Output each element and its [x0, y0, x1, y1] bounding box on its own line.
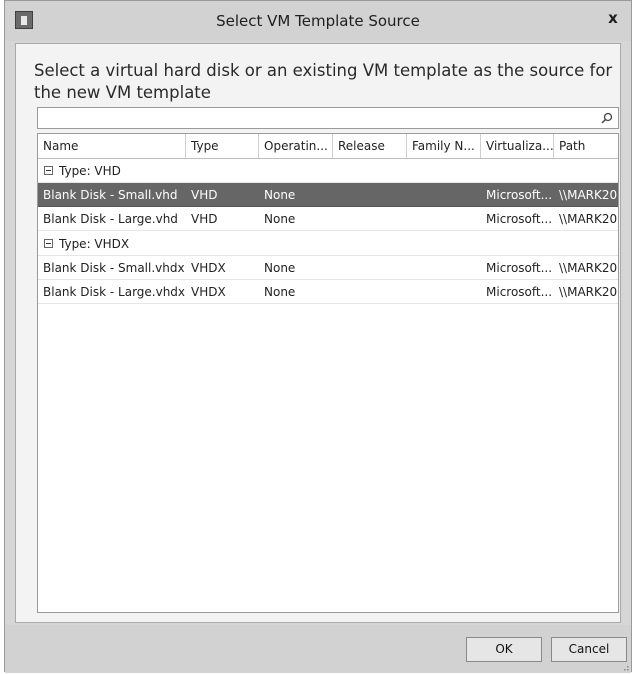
cell-operating-system: None	[264, 188, 296, 202]
cell-type: VHD	[191, 212, 218, 226]
column-header-family-name[interactable]: Family N...	[407, 134, 481, 158]
cell-release	[333, 256, 407, 280]
column-header-virtualization[interactable]: Virtualiza...	[481, 134, 554, 158]
cell-operating-system: None	[264, 261, 296, 275]
cell-release	[333, 280, 407, 304]
window-title: Select VM Template Source	[216, 12, 420, 30]
cell-family-name	[407, 207, 481, 231]
cell-release	[333, 183, 407, 207]
cell-virtualization: Microsoft...	[486, 188, 553, 202]
resize-grip-icon[interactable]	[621, 663, 629, 671]
grid-header: Name Type Operatin... Release Family N..…	[38, 134, 618, 159]
cell-path: \\MARK20...	[559, 285, 618, 299]
title-bar[interactable]: Select VM Template Source x	[5, 1, 631, 41]
table-row[interactable]: Blank Disk - Small.vhd VHD None Microsof…	[38, 183, 618, 207]
search-input[interactable]	[37, 107, 619, 129]
instruction-text: Select a virtual hard disk or an existin…	[34, 61, 613, 102]
cell-family-name	[407, 183, 481, 207]
table-row[interactable]: Blank Disk - Large.vhdx VHDX None Micros…	[38, 280, 618, 304]
cancel-button[interactable]: Cancel	[551, 637, 627, 662]
column-header-path[interactable]: Path	[554, 134, 618, 158]
cell-path: \\MARK20...	[559, 188, 618, 202]
template-source-grid: Name Type Operatin... Release Family N..…	[37, 133, 619, 613]
table-row[interactable]: Blank Disk - Small.vhdx VHDX None Micros…	[38, 256, 618, 280]
cell-operating-system: None	[264, 285, 296, 299]
cell-operating-system: None	[264, 212, 296, 226]
collapse-icon[interactable]	[44, 239, 53, 248]
cell-name: Blank Disk - Small.vhdx	[43, 261, 185, 275]
cell-name: Blank Disk - Large.vhd	[43, 212, 178, 226]
group-label: Type: VHD	[59, 164, 121, 178]
cell-type: VHDX	[191, 285, 226, 299]
cell-virtualization: Microsoft...	[486, 212, 553, 226]
cell-name: Blank Disk - Small.vhd	[43, 188, 178, 202]
search-icon[interactable]	[600, 111, 614, 125]
column-header-release[interactable]: Release	[333, 134, 407, 158]
column-header-type[interactable]: Type	[186, 134, 259, 158]
cell-virtualization: Microsoft...	[486, 285, 553, 299]
cell-path: \\MARK20...	[559, 212, 618, 226]
group-header-vhd[interactable]: Type: VHD	[38, 159, 618, 183]
cell-family-name	[407, 256, 481, 280]
cell-release	[333, 207, 407, 231]
cell-type: VHDX	[191, 261, 226, 275]
cell-family-name	[407, 280, 481, 304]
column-header-name[interactable]: Name	[38, 134, 186, 158]
close-button[interactable]: x	[599, 5, 627, 33]
group-label: Type: VHDX	[59, 237, 130, 251]
cell-type: VHD	[191, 188, 218, 202]
cell-virtualization: Microsoft...	[486, 261, 553, 275]
group-header-vhdx[interactable]: Type: VHDX	[38, 232, 618, 256]
table-row[interactable]: Blank Disk - Large.vhd VHD None Microsof…	[38, 207, 618, 231]
cell-path: \\MARK20...	[559, 261, 618, 275]
cell-name: Blank Disk - Large.vhdx	[43, 285, 186, 299]
button-bar: OK Cancel	[5, 625, 631, 673]
column-header-operating-system[interactable]: Operatin...	[259, 134, 333, 158]
dialog-window: Select VM Template Source x Select a vir…	[4, 0, 632, 673]
collapse-icon[interactable]	[44, 166, 53, 175]
dialog-content: Select a virtual hard disk or an existin…	[15, 43, 621, 623]
ok-button[interactable]: OK	[466, 637, 542, 662]
